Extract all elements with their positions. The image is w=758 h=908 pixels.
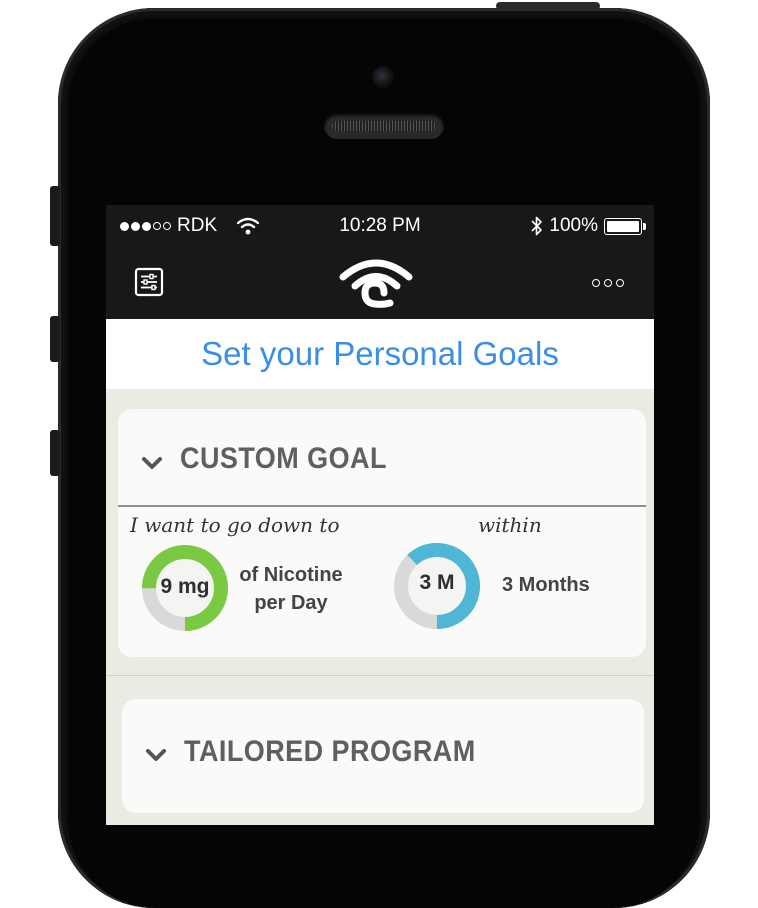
nicotine-label: of Nicotine per Day — [236, 561, 346, 617]
chevron-down-icon — [146, 749, 166, 761]
volume-up-button — [50, 316, 60, 362]
mute-switch — [50, 186, 60, 246]
duration-label: 3 Months — [502, 574, 590, 596]
status-time: 10:28 PM — [339, 215, 421, 236]
nicotine-value: 9 mg — [160, 575, 210, 598]
duration-value: 3 M — [419, 571, 455, 594]
custom-goal-title: CUSTOM GOAL — [180, 442, 387, 475]
earpiece-speaker — [324, 113, 444, 139]
card-divider — [118, 505, 646, 507]
battery-icon — [604, 217, 646, 235]
custom-goal-header[interactable]: CUSTOM GOAL — [118, 409, 646, 505]
power-button — [496, 2, 600, 10]
nav-bar — [106, 247, 654, 319]
app-screen: RDK 10:28 PM 100% Set your Personal Goal… — [106, 205, 654, 825]
tailored-program-card[interactable]: TAILORED PROGRAM — [122, 699, 644, 813]
custom-goal-card: CUSTOM GOAL I want to go down to within … — [118, 409, 646, 657]
bluetooth-icon — [531, 216, 543, 236]
chevron-down-icon — [142, 457, 162, 469]
status-bar: RDK 10:28 PM 100% — [106, 205, 654, 247]
goal-within-text: within — [478, 513, 542, 537]
section-divider — [106, 675, 654, 676]
app-wifi-logo-icon[interactable] — [338, 253, 414, 315]
front-camera — [372, 66, 394, 88]
battery-percentage: 100% — [549, 215, 598, 236]
tailored-program-title: TAILORED PROGRAM — [184, 735, 476, 768]
goal-intro-text: I want to go down to — [130, 513, 340, 537]
volume-down-button — [50, 430, 60, 476]
nicotine-label-line2: per Day — [254, 592, 328, 614]
more-dots-icon[interactable] — [592, 279, 624, 287]
page-title: Set your Personal Goals — [106, 319, 654, 389]
settings-sliders-icon[interactable] — [134, 267, 164, 297]
nicotine-label-line1: of Nicotine — [239, 564, 343, 586]
